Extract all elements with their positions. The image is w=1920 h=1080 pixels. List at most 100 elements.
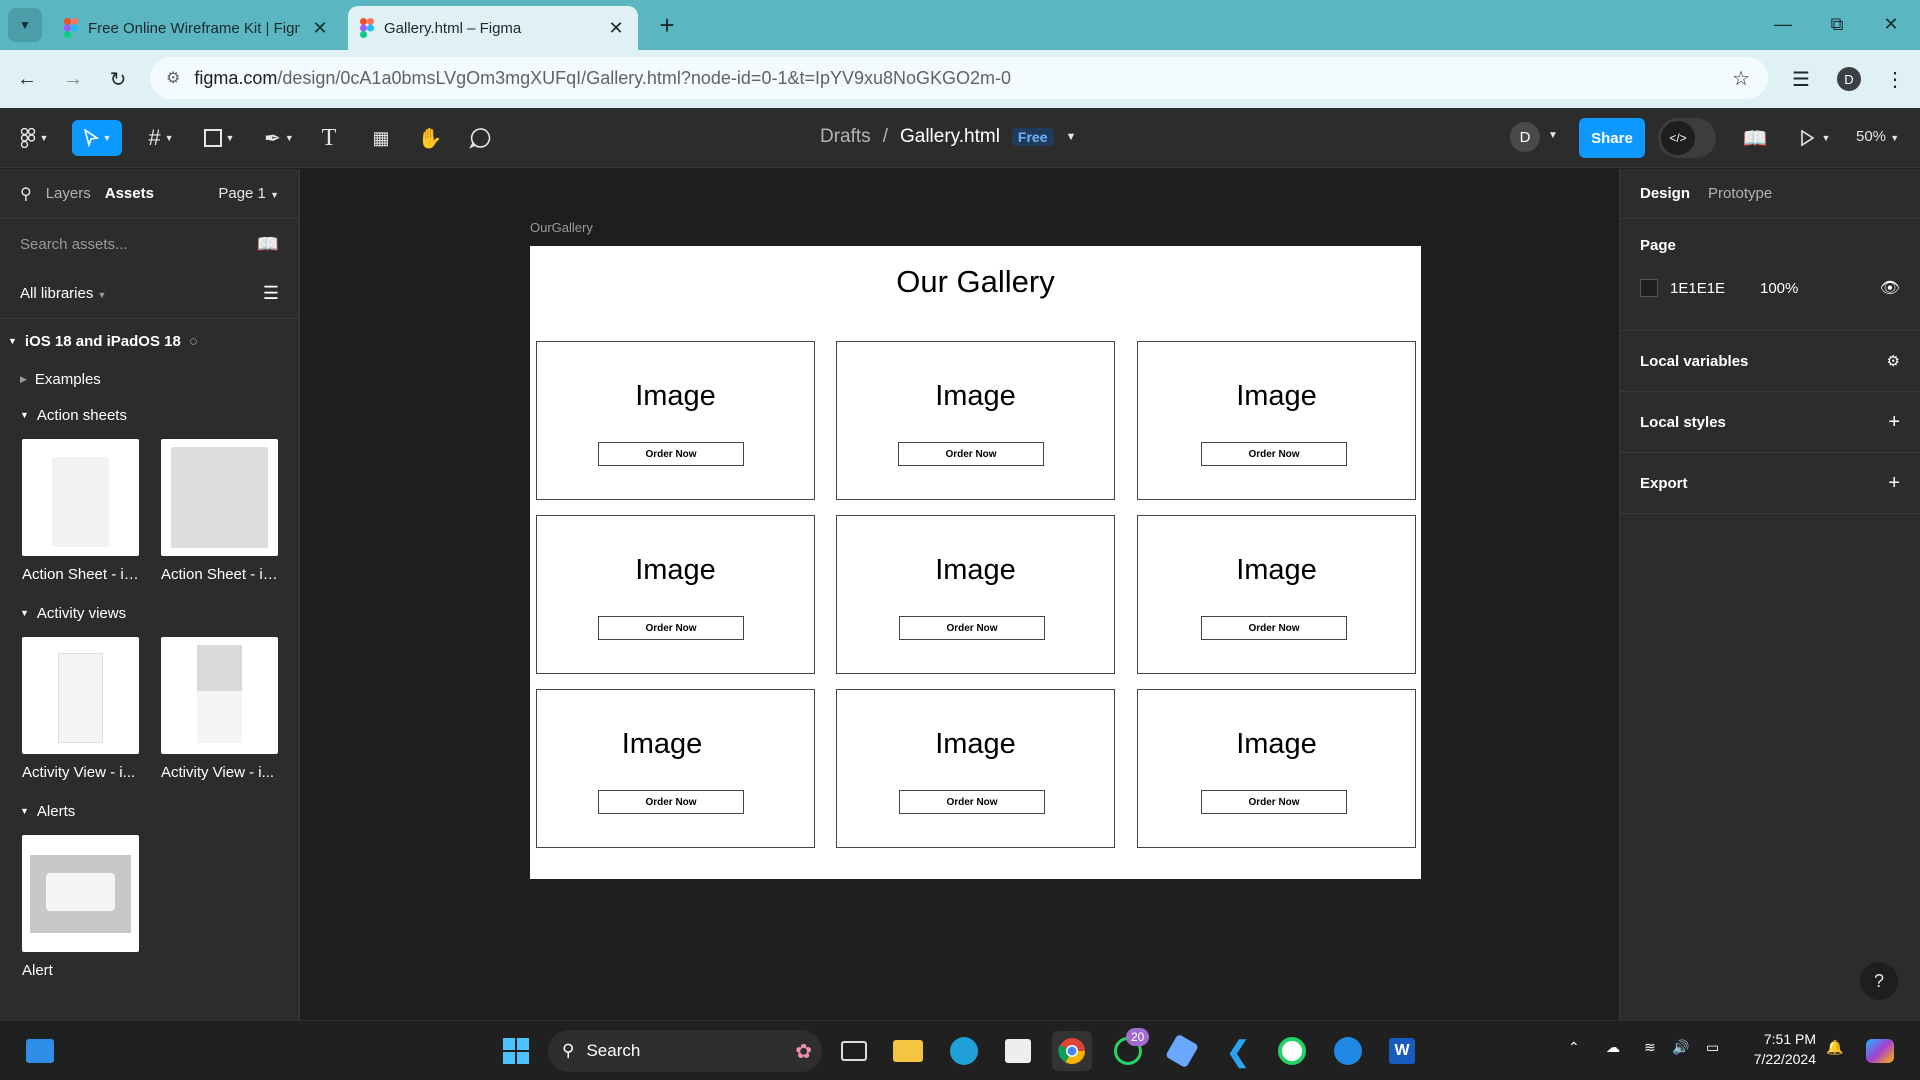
browser-tab-wireframe-kit[interactable]: Free Online Wireframe Kit | Figma ✕ [52,6,342,50]
local-styles-section[interactable]: Local styles + [1620,392,1920,453]
bookmark-star-icon[interactable]: ☆ [1732,66,1750,91]
app-cube-icon[interactable] [1162,1031,1202,1071]
order-now-button[interactable]: Order Now [1201,790,1347,814]
plus-icon[interactable]: + [1888,472,1900,495]
gallery-card[interactable]: Image Order Now [536,689,815,848]
page-color-hex[interactable]: 1E1E1E [1670,280,1748,297]
chevron-down-icon[interactable]: ▼ [1066,131,1077,143]
media-control-icon[interactable]: ☰ [1786,64,1816,94]
asset-thumbnail[interactable]: Action Sheet - iP... [161,439,278,583]
eye-icon[interactable]: 👁 [1880,278,1900,298]
library-button[interactable]: 📖 [1740,120,1770,156]
gallery-card[interactable]: Image Order Now [836,341,1115,500]
tab-layers[interactable]: Layers [46,185,91,202]
page-selector[interactable]: Page 1 ▼ [218,185,279,202]
plus-icon[interactable]: + [1888,411,1900,434]
browser-menu-icon[interactable]: ⋮ [1880,64,1910,94]
library-header[interactable]: ▼ iOS 18 and iPadOS 18 ○ [0,323,299,359]
minimize-button[interactable]: — [1756,0,1810,48]
chevron-down-icon[interactable]: ▼ [1548,130,1558,141]
file-name[interactable]: Gallery.html [900,126,1000,148]
asset-search-input[interactable]: Search assets... 📖 [0,219,299,269]
hand-tool[interactable]: ✋ [416,120,444,156]
asset-thumbnail[interactable]: Alert [22,835,139,979]
gallery-card[interactable]: Image Order Now [1137,515,1416,674]
edge-browser-icon[interactable] [944,1031,984,1071]
profile-avatar[interactable]: D [1834,64,1864,94]
resources-tool[interactable]: ▦ [368,120,394,156]
group-activity-views[interactable]: ▼ Activity views [0,595,299,631]
address-bar[interactable]: ⚙ figma.com/design/0cA1a0bmsLVgOm3mgXUFq… [150,57,1768,99]
close-tab-icon[interactable]: ✕ [606,18,626,39]
new-tab-button[interactable]: + [652,10,682,40]
frame-tool[interactable]: # ▼ [140,120,182,156]
back-button[interactable]: ← [12,64,42,94]
move-tool[interactable]: ▼ [72,120,122,156]
zoom-selector[interactable]: 50% ▼ [1856,128,1899,145]
group-action-sheets[interactable]: ▼ Action sheets [0,397,299,433]
present-button[interactable]: ▼ [1794,120,1834,156]
wifi-icon[interactable]: ≋ [1644,1039,1656,1056]
file-explorer-icon[interactable] [888,1031,928,1071]
system-clock[interactable]: 7:51 PM 7/22/2024 [1746,1029,1816,1069]
widgets-icon[interactable] [20,1031,60,1071]
show-hidden-icons[interactable]: ⌃ [1568,1039,1580,1056]
restore-button[interactable]: ⧉ [1810,0,1864,48]
close-window-button[interactable]: ✕ [1864,0,1918,48]
copilot-icon[interactable] [1860,1031,1900,1071]
site-info-icon[interactable]: ⚙ [166,68,180,88]
shape-tool[interactable]: ▼ [198,120,240,156]
gallery-card[interactable]: Image Order Now [836,689,1115,848]
library-filter[interactable]: All libraries ▼ ☰ [0,269,299,319]
taskbar-search[interactable]: ⚲ Search ✿ [548,1030,822,1072]
frame-title[interactable]: Our Gallery [530,264,1421,300]
order-now-button[interactable]: Order Now [1201,616,1347,640]
forward-button[interactable]: → [58,64,88,94]
order-now-button[interactable]: Order Now [598,790,744,814]
app-store-icon[interactable] [1328,1031,1368,1071]
asset-thumbnail[interactable]: Activity View - i... [22,637,139,781]
list-view-icon[interactable]: ☰ [263,283,279,304]
order-now-button[interactable]: Order Now [899,790,1045,814]
export-section[interactable]: Export + [1620,453,1920,514]
tab-assets[interactable]: Assets [105,185,154,202]
pen-tool[interactable]: ✒ ▼ [258,120,300,156]
browser-tab-gallery[interactable]: Gallery.html – Figma ✕ [348,6,638,50]
tab-design[interactable]: Design [1640,185,1690,202]
group-examples[interactable]: ▶ Examples [0,361,299,397]
chrome-icon[interactable] [1052,1031,1092,1071]
close-tab-icon[interactable]: ✕ [310,18,330,39]
user-avatar[interactable]: D [1510,122,1540,152]
asset-thumbnail[interactable]: Action Sheet - iP... [22,439,139,583]
text-tool[interactable]: T [316,120,342,156]
color-swatch[interactable] [1640,279,1658,297]
start-windows-icon[interactable] [496,1031,536,1071]
battery-icon[interactable]: ▭ [1706,1039,1719,1056]
search-icon[interactable]: ⚲ [20,184,32,204]
notification-bell-icon[interactable]: 🔔 [1826,1039,1843,1056]
order-now-button[interactable]: Order Now [598,616,744,640]
microsoft-store-icon[interactable] [998,1031,1038,1071]
local-variables-section[interactable]: Local variables ⚙ [1620,331,1920,392]
frame-label[interactable]: OurGallery [530,220,593,235]
main-menu-button[interactable]: ▼ [14,120,54,156]
asset-thumbnail[interactable]: Activity View - i... [161,637,278,781]
order-now-button[interactable]: Order Now [1201,442,1347,466]
help-button[interactable]: ? [1860,962,1898,1000]
order-now-button[interactable]: Order Now [899,616,1045,640]
order-now-button[interactable]: Order Now [598,442,744,466]
breadcrumb-folder[interactable]: Drafts [820,126,871,148]
group-alerts[interactable]: ▼ Alerts [0,793,299,829]
page-opacity[interactable]: 100% [1760,280,1798,297]
dev-mode-toggle[interactable]: </> [1658,118,1716,158]
gallery-card[interactable]: Image Order Now [836,515,1115,674]
order-now-button[interactable]: Order Now [898,442,1044,466]
vscode-icon[interactable]: ❮ [1218,1031,1258,1071]
library-book-icon[interactable]: 📖 [257,234,279,255]
share-button[interactable]: Share [1579,118,1645,158]
gallery-frame[interactable]: Our Gallery Image Order Now Image Order … [530,246,1421,879]
sliders-icon[interactable]: ⚙ [1887,352,1900,370]
gallery-card[interactable]: Image Order Now [536,515,815,674]
task-view-icon[interactable] [834,1031,874,1071]
comment-tool[interactable] [466,120,494,156]
